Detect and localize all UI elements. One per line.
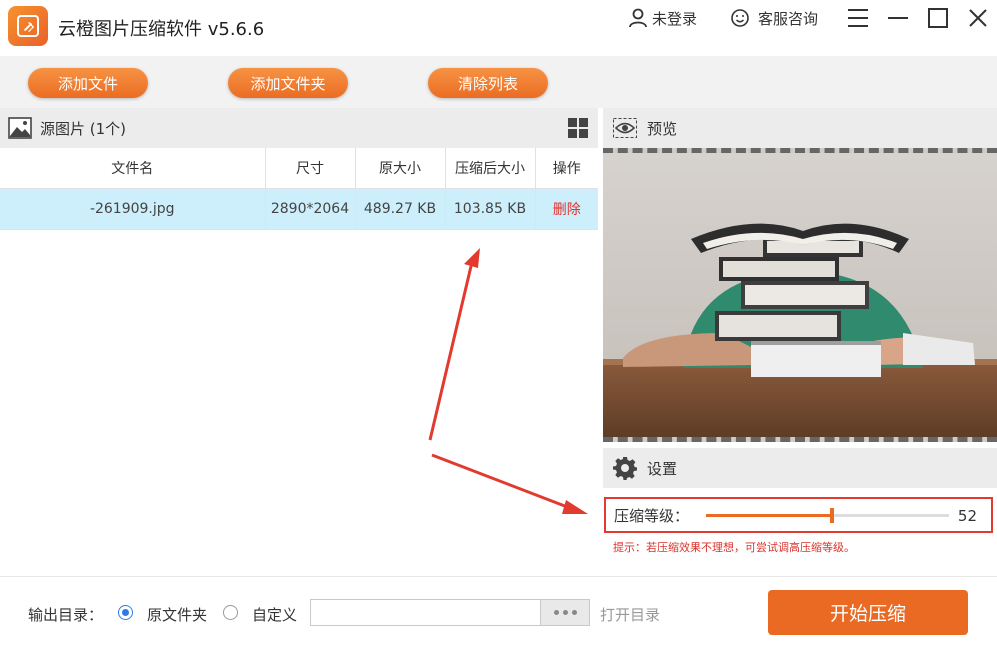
login-label: 未登录 <box>652 9 698 28</box>
preview-title: 预览 <box>647 119 678 138</box>
close-button[interactable] <box>966 6 990 30</box>
radio-original-folder[interactable] <box>118 605 133 620</box>
open-directory-link[interactable]: 打开目录 <box>600 604 660 625</box>
preview-header: 预览 <box>603 108 997 148</box>
radio-custom-folder[interactable] <box>223 605 238 620</box>
menu-button[interactable] <box>846 6 870 30</box>
image-icon <box>8 117 32 139</box>
add-folder-button[interactable]: 添加文件夹 <box>228 68 348 98</box>
source-title: 源图片 (1个) <box>40 119 127 138</box>
source-header: 源图片 (1个) <box>0 108 598 148</box>
clear-list-button[interactable]: 清除列表 <box>428 68 548 98</box>
maximize-icon <box>928 8 948 28</box>
radio-original-folder-label[interactable]: 原文件夹 <box>147 604 207 625</box>
col-filename: 文件名 <box>0 148 266 189</box>
add-file-button[interactable]: 添加文件 <box>28 68 148 98</box>
support-label: 客服咨询 <box>758 9 819 28</box>
minimize-button[interactable] <box>886 6 910 30</box>
compression-level-label: 压缩等级： <box>614 506 690 525</box>
maximize-button[interactable] <box>926 6 950 30</box>
slider-thumb[interactable] <box>830 508 835 523</box>
col-dimensions: 尺寸 <box>265 148 356 189</box>
toolbar: 添加文件 添加文件夹 清除列表 <box>0 56 997 108</box>
app-logo-icon <box>8 6 48 46</box>
compression-tip: 提示：若压缩效果不理想，可尝试调高压缩等级。 <box>613 541 855 554</box>
grid-view-icon[interactable] <box>568 118 588 138</box>
start-compress-button[interactable]: 开始压缩 <box>768 590 968 635</box>
compression-slider[interactable] <box>706 508 949 523</box>
login-link[interactable]: 未登录 <box>628 8 697 28</box>
cell-filename: -261909.jpg <box>0 188 266 230</box>
output-dir-label: 输出目录： <box>28 606 104 624</box>
col-action: 操作 <box>535 148 598 189</box>
table-header-row: 文件名 尺寸 原大小 压缩后大小 操作 <box>0 148 598 189</box>
close-icon <box>969 9 987 27</box>
support-link[interactable]: 客服咨询 <box>730 8 818 28</box>
source-panel: 源图片 (1个) 文件名 尺寸 原大小 压缩后大小 操作 -261909.jpg… <box>0 108 598 576</box>
minimize-icon <box>888 17 908 19</box>
delete-link[interactable]: 删除 <box>535 188 598 230</box>
settings-header: 设置 <box>603 448 997 488</box>
col-compressed-size: 压缩后大小 <box>445 148 536 189</box>
gear-icon <box>613 457 637 480</box>
cell-original-size: 489.27 KB <box>355 188 446 230</box>
table-row[interactable]: -261909.jpg 2890*2064 489.27 KB 103.85 K… <box>0 188 598 230</box>
slider-fill <box>706 514 833 517</box>
app-title: 云橙图片压缩软件 v5.6.6 <box>58 19 265 40</box>
user-icon <box>629 8 647 28</box>
cell-compressed-size: 103.85 KB <box>445 188 536 230</box>
preview-image <box>603 148 997 442</box>
compression-level-value: 52 <box>957 507 977 525</box>
col-original-size: 原大小 <box>355 148 446 189</box>
bottom-bar: 输出目录： 原文件夹 自定义 打开目录 开始压缩 <box>0 576 997 646</box>
file-table: 文件名 尺寸 原大小 压缩后大小 操作 -261909.jpg 2890*206… <box>0 148 598 230</box>
eye-icon <box>613 118 637 138</box>
menu-icon <box>848 9 868 27</box>
browse-button[interactable] <box>540 599 590 626</box>
compression-level-box: 压缩等级： 52 <box>604 497 993 533</box>
output-path-input[interactable] <box>310 599 541 626</box>
settings-title: 设置 <box>647 459 678 478</box>
radio-custom-folder-label[interactable]: 自定义 <box>252 604 297 625</box>
cell-dimensions: 2890*2064 <box>265 188 356 230</box>
title-bar: 云橙图片压缩软件 v5.6.6 未登录 客服咨询 <box>0 0 997 50</box>
smile-icon <box>731 9 749 27</box>
